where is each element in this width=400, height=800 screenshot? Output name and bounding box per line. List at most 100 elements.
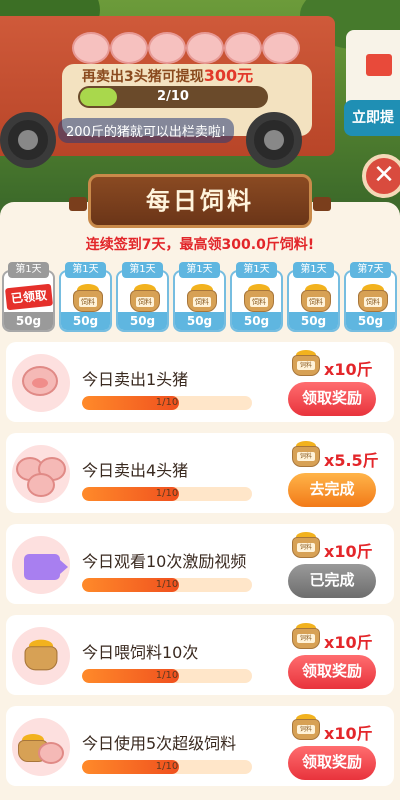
task-card: 今日卖出4头猪 1/10 饲料 x5.5斤去完成 — [6, 433, 394, 513]
feed-sack-label: 饲料 — [297, 725, 315, 734]
task-title: 今日卖出4头猪 — [82, 461, 189, 480]
checkin-day-2[interactable]: 第1天饲料 50g — [59, 262, 112, 332]
task-title: 今日观看10次激励视频 — [82, 552, 247, 571]
task-title: 今日使用5次超级饲料 — [82, 734, 237, 753]
claim-reward-button[interactable]: 领取奖励 — [288, 746, 376, 780]
day-box: 饲料 50g — [344, 270, 397, 332]
super-feed-icon — [12, 718, 70, 776]
sell-goal-amount: 300元 — [203, 66, 254, 85]
pig-head-icon — [72, 32, 110, 64]
task-card: 今日观看10次激励视频 1/10 饲料 x10斤已完成 — [6, 524, 394, 604]
task-title: 今日喂饲料10次 — [82, 643, 199, 662]
checkin-day-3[interactable]: 第1天 饲料 50g — [116, 262, 169, 332]
truck-wheel — [246, 112, 302, 168]
feed-sack-icon: 饲料 — [187, 284, 217, 312]
close-icon[interactable]: ✕ — [362, 154, 400, 198]
sell-hint-text: 200斤的猪就可以出栏卖啦! — [58, 118, 235, 143]
day-tag: 第1天 — [236, 262, 277, 278]
pig-head-icon — [148, 32, 186, 64]
claim-reward-button[interactable]: 领取奖励 — [288, 655, 376, 689]
completed-button[interactable]: 已完成 — [288, 564, 376, 598]
checkin-day-7[interactable]: 第7天饲料 50g — [344, 262, 397, 332]
pig-head-icon — [224, 32, 262, 64]
task-progress-bar: 1/10 — [82, 396, 252, 410]
checkin-day-5[interactable]: 第1天 饲料 50g — [230, 262, 283, 332]
feed-sack-icon: 饲料 — [358, 284, 388, 312]
day-box: 饲料 50g — [116, 270, 169, 332]
day-amount: 50g — [289, 312, 338, 330]
pig-head-icon — [110, 32, 148, 64]
feed-sack-icon — [12, 627, 70, 685]
red-envelope-card[interactable] — [346, 30, 400, 110]
sell-goal-label: 再卖出3头猪可提现 — [82, 69, 204, 85]
feed-sack-icon: 饲料 — [301, 284, 331, 312]
day-amount: 50g — [175, 312, 224, 330]
pig-icon — [12, 354, 70, 412]
panel-title-plaque: 每日饲料 — [69, 174, 331, 228]
day-box: 饲料 50g — [173, 270, 226, 332]
feed-sack-label: 饲料 — [136, 297, 154, 307]
feed-sack-icon: 饲料 — [292, 532, 320, 558]
task-progress-text: 1/10 — [155, 670, 179, 681]
task-progress-bar: 1/10 — [82, 487, 252, 501]
video-icon — [12, 536, 70, 594]
day-box: 饲料 50g — [59, 270, 112, 332]
feed-sack-label: 饲料 — [297, 634, 315, 643]
feed-sack-label: 饲料 — [307, 297, 325, 307]
task-reward: x10斤 — [324, 360, 373, 379]
day-amount: 50g — [118, 312, 167, 330]
checkin-day-6[interactable]: 第1天饲料 50g — [287, 262, 340, 332]
feed-sack-icon: 饲料 — [292, 350, 320, 376]
task-reward: x10斤 — [324, 542, 373, 561]
task-card: 今日使用5次超级饲料 1/10 饲料 x10斤领取奖励 — [6, 706, 394, 786]
day-amount: 50g — [346, 312, 395, 330]
feed-sack-label: 饲料 — [364, 297, 382, 307]
claimed-stamp: 已领取 — [4, 283, 53, 311]
day-box: 已领取 50g — [2, 270, 55, 332]
day-amount: 50g — [4, 312, 53, 330]
feed-sack-icon: 饲料 — [292, 441, 320, 467]
panel-title: 每日饲料 — [146, 187, 254, 215]
day-tag: 第1天 — [293, 262, 334, 278]
day-tag: 第1天 — [8, 262, 49, 278]
task-reward: x5.5斤 — [324, 451, 379, 470]
feed-sack-label: 饲料 — [297, 361, 315, 370]
task-card: 今日卖出1头猪 1/10 饲料 x10斤领取奖励 — [6, 342, 394, 422]
claim-reward-button[interactable]: 领取奖励 — [288, 382, 376, 416]
task-progress-text: 1/10 — [155, 579, 179, 590]
checkin-day-1[interactable]: 第1天 已领取 50g — [2, 262, 55, 332]
task-reward: x10斤 — [324, 724, 373, 743]
task-progress-text: 1/10 — [155, 761, 179, 772]
task-progress-bar: 1/10 — [82, 760, 252, 774]
pig-head-icon — [262, 32, 300, 64]
feed-sack-icon: 饲料 — [73, 284, 103, 312]
task-reward: x10斤 — [324, 633, 373, 652]
day-tag: 第7天 — [350, 262, 391, 278]
feed-sack-label: 饲料 — [193, 297, 211, 307]
day-tag: 第1天 — [65, 262, 106, 278]
task-title: 今日卖出1头猪 — [82, 370, 189, 389]
sell-goal-text: 再卖出3头猪可提现300元 — [82, 62, 272, 86]
checkin-days-row: 第1天 已领取 50g 第1天 饲料 50g 第1天 饲料 50g 第1天 饲料 50g 第1天 饲料 50… — [2, 262, 400, 334]
day-box: 饲料 50g — [230, 270, 283, 332]
feed-sack-icon: 饲料 — [292, 714, 320, 740]
task-card: 今日喂饲料10次 1/10 饲料 x10斤领取奖励 — [6, 615, 394, 695]
task-progress-text: 1/10 — [155, 397, 179, 408]
go-complete-button[interactable]: 去完成 — [288, 473, 376, 507]
farm-scene: 再卖出3头猪可提现300元 2/10 200斤的猪就可以出栏卖啦! 立即提 — [0, 0, 400, 200]
task-progress-bar: 1/10 — [82, 669, 252, 683]
feed-sack-label: 饲料 — [297, 452, 315, 461]
feed-sack-icon: 饲料 — [130, 284, 160, 312]
day-box: 饲料 50g — [287, 270, 340, 332]
checkin-day-4[interactable]: 第1天饲料 50g — [173, 262, 226, 332]
day-amount: 50g — [61, 312, 110, 330]
feed-sack-label: 饲料 — [297, 543, 315, 552]
feed-sack-label: 饲料 — [79, 297, 97, 307]
day-tag: 第1天 — [179, 262, 220, 278]
sell-progress-bar: 2/10 — [78, 86, 268, 108]
feed-sack-icon: 饲料 — [244, 284, 274, 312]
pigs-icon — [12, 445, 70, 503]
task-progress-text: 1/10 — [155, 488, 179, 499]
feed-sack-label: 饲料 — [250, 297, 268, 307]
withdraw-button[interactable]: 立即提 — [344, 100, 400, 136]
